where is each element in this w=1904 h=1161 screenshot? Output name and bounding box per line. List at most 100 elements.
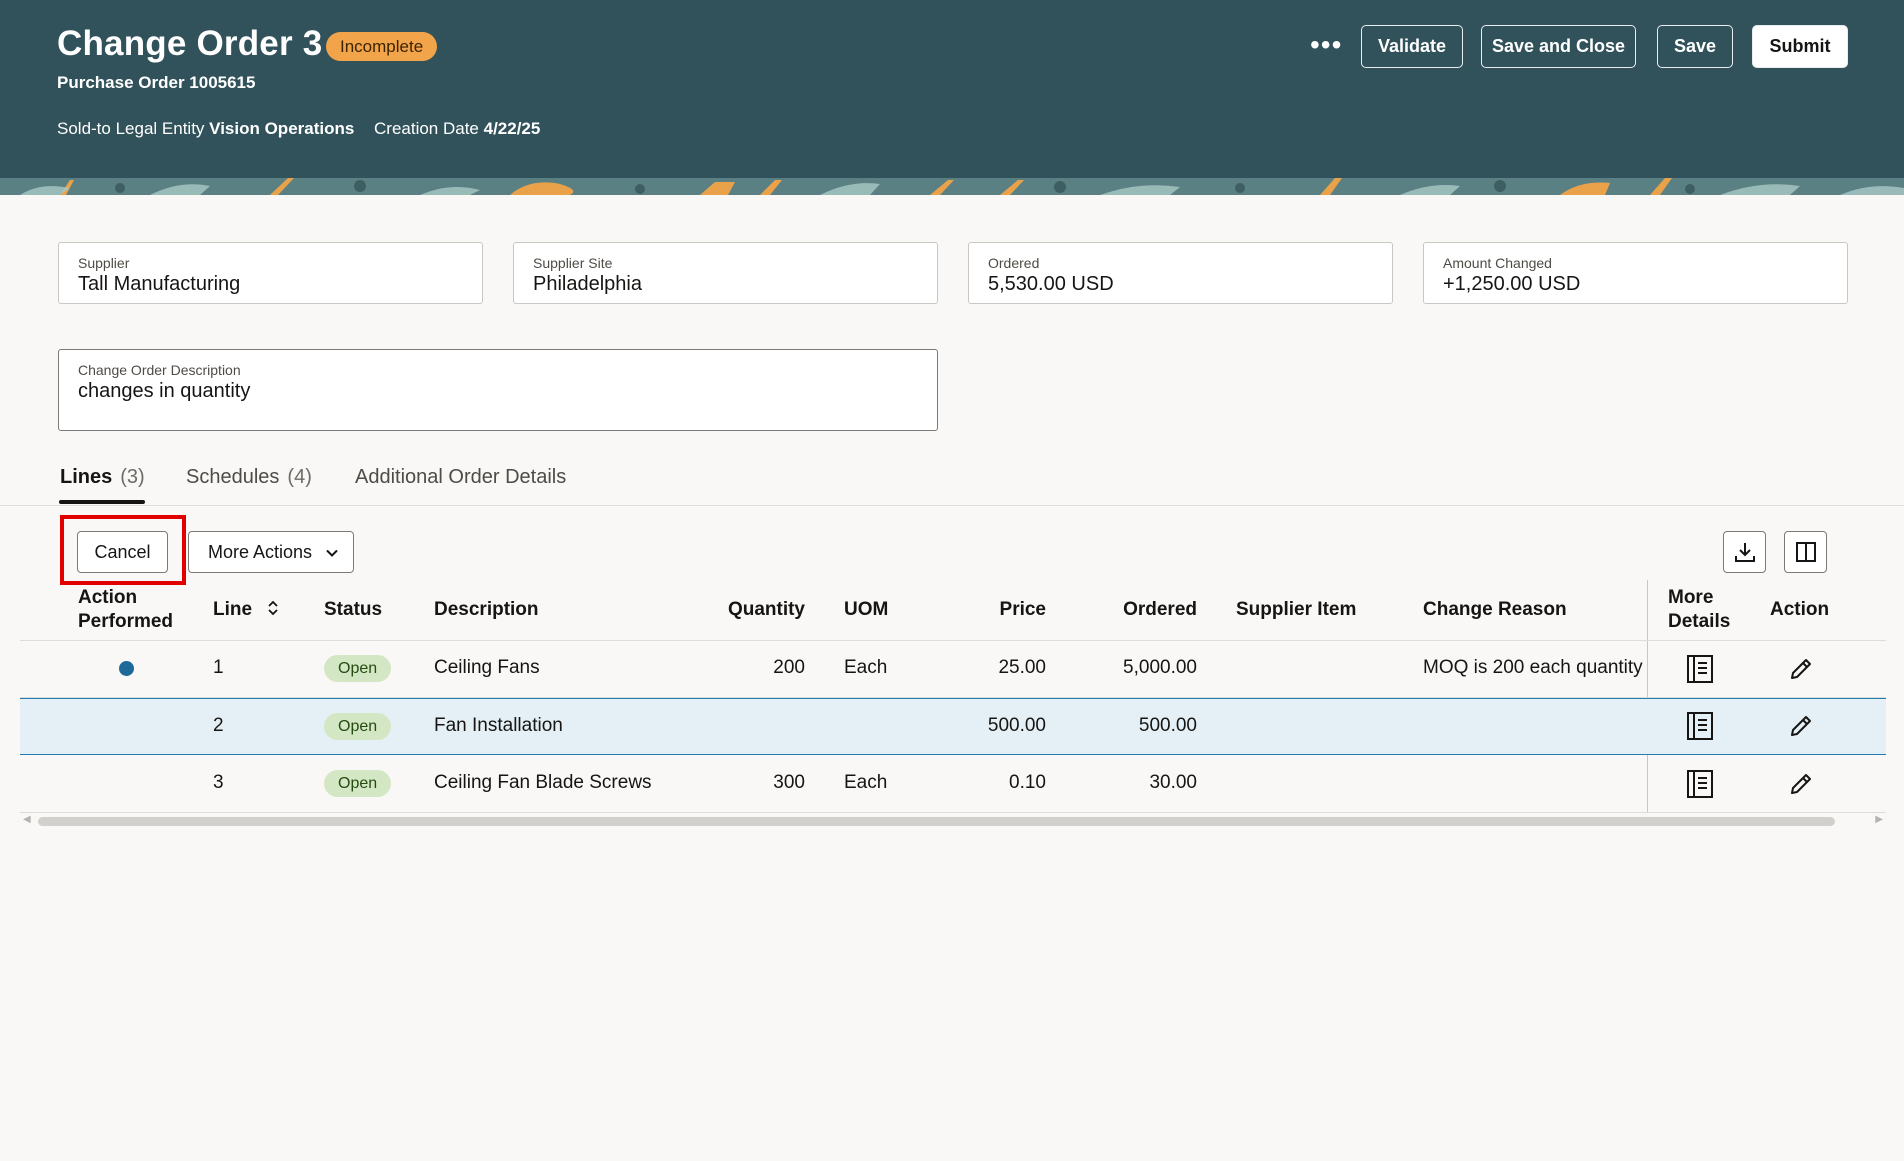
header-supplier-item: Supplier Item — [1236, 599, 1357, 620]
line-number: 3 — [213, 772, 224, 793]
header-line-label: Line — [213, 599, 253, 620]
columns-icon — [1795, 542, 1816, 562]
tab-additional-label: Additional Order Details — [355, 466, 567, 488]
table-row[interactable]: 3 Open Ceiling Fan Blade Screws 300 Each… — [20, 756, 1886, 813]
tab-lines-label: Lines — [60, 466, 113, 488]
scrollbar-thumb[interactable] — [38, 817, 1835, 826]
supplier-site-label: Supplier Site — [533, 255, 613, 271]
header-decorative-pattern — [0, 178, 1904, 195]
amount-changed-card: Amount Changed +1,250.00 USD — [1423, 242, 1848, 304]
scroll-right-arrow-icon[interactable]: ▶ — [1875, 814, 1883, 825]
header-change-reason: Change Reason — [1423, 599, 1567, 620]
header-action-performed-line1: Action — [78, 587, 138, 608]
page-title: Change Order 3 — [57, 24, 323, 63]
download-icon — [1734, 543, 1755, 562]
creation-date: Creation Date 4/22/25 — [374, 119, 540, 139]
header-status: Status — [324, 599, 383, 620]
tab-schedules[interactable]: Schedules (4) — [186, 466, 312, 489]
action-performed-indicator — [119, 661, 134, 676]
supplier-card: Supplier Tall Manufacturing — [58, 242, 483, 304]
sort-icon[interactable] — [267, 599, 279, 617]
header-uom: UOM — [844, 599, 889, 620]
header-quantity: Quantity — [727, 599, 805, 620]
save-and-close-button[interactable]: Save and Close — [1481, 25, 1636, 68]
ordered-cell: 500.00 — [1138, 715, 1197, 736]
supplier-site-value: Philadelphia — [533, 273, 642, 295]
edit-pencil-icon[interactable] — [1788, 656, 1814, 682]
sold-to-legal-entity: Sold-to Legal Entity Vision Operations — [57, 119, 354, 139]
edit-pencil-icon[interactable] — [1788, 713, 1814, 739]
description-label: Change Order Description — [78, 362, 241, 378]
creation-date-value: 4/22/25 — [483, 119, 541, 138]
description-cell: Fan Installation — [434, 715, 563, 736]
horizontal-scrollbar[interactable]: ◀ ▶ — [20, 814, 1886, 826]
sold-to-value: Vision Operations — [209, 119, 355, 138]
tab-lines[interactable]: Lines (3) — [60, 466, 145, 489]
ordered-card: Ordered 5,530.00 USD — [968, 242, 1393, 304]
change-order-description-field[interactable]: Change Order Description changes in quan… — [58, 349, 938, 431]
purchase-order-subtitle: Purchase Order 1005615 — [57, 73, 256, 92]
cancel-button[interactable]: Cancel — [77, 531, 168, 573]
tab-schedules-count: (4) — [287, 466, 312, 488]
header-action-performed-line2: Performed — [78, 611, 174, 632]
header-action-performed: Action Performed — [78, 586, 173, 634]
price-cell: 0.10 — [1009, 772, 1046, 793]
header-more-details: More Details — [1668, 586, 1730, 634]
supplier-label: Supplier — [78, 255, 130, 271]
columns-button[interactable] — [1784, 531, 1827, 573]
header-more-details-line1: More — [1668, 587, 1714, 608]
more-options-icon[interactable]: ••• — [1310, 30, 1342, 60]
ordered-value: 5,530.00 USD — [988, 273, 1114, 295]
amount-changed-value: +1,250.00 USD — [1443, 273, 1581, 295]
uom-cell: Each — [844, 657, 888, 678]
status-badge: Open — [324, 655, 392, 682]
header-more-details-line2: Details — [1668, 611, 1731, 632]
tab-additional-order-details[interactable]: Additional Order Details — [355, 466, 566, 489]
scroll-left-arrow-icon[interactable]: ◀ — [23, 814, 31, 825]
chevron-down-icon — [326, 549, 338, 557]
table-row[interactable]: 2 Open Fan Installation 500.00 500.00 — [20, 698, 1886, 755]
price-cell: 25.00 — [998, 657, 1046, 678]
description-value[interactable]: changes in quantity — [78, 380, 918, 403]
more-details-icon[interactable] — [1685, 654, 1715, 684]
more-actions-label: More Actions — [208, 541, 313, 562]
header-action: Action — [1770, 599, 1830, 620]
more-details-icon[interactable] — [1685, 769, 1715, 799]
description-cell: Ceiling Fans — [434, 657, 540, 678]
supplier-value: Tall Manufacturing — [78, 273, 241, 295]
tab-schedules-label: Schedules — [186, 466, 280, 488]
save-button[interactable]: Save — [1657, 25, 1733, 68]
page-header: Change Order 3 Incomplete Purchase Order… — [0, 0, 1904, 178]
header-line[interactable]: Line — [213, 598, 279, 622]
status-badge: Open — [324, 770, 392, 797]
ordered-cell: 30.00 — [1149, 772, 1197, 793]
line-number: 1 — [213, 657, 224, 678]
tab-bar: Lines (3) Schedules (4) Additional Order D… — [0, 458, 1904, 506]
active-tab-indicator — [59, 500, 145, 504]
status-badge: Open — [324, 713, 392, 740]
price-cell: 500.00 — [987, 715, 1046, 736]
submit-button[interactable]: Submit — [1752, 25, 1848, 68]
creation-date-label: Creation Date — [374, 119, 479, 138]
amount-changed-label: Amount Changed — [1443, 255, 1552, 271]
more-details-icon[interactable] — [1685, 711, 1715, 741]
validate-button[interactable]: Validate — [1361, 25, 1463, 68]
quantity-cell: 300 — [773, 772, 805, 793]
edit-pencil-icon[interactable] — [1788, 771, 1814, 797]
header-price: Price — [999, 599, 1046, 620]
more-actions-button[interactable]: More Actions — [188, 531, 354, 573]
table-row[interactable]: 1 Open Ceiling Fans 200 Each 25.00 5,000… — [20, 641, 1886, 698]
change-reason-cell: MOQ is 200 each quantity — [1423, 657, 1643, 678]
header-description: Description — [434, 599, 539, 620]
sold-to-label: Sold-to Legal Entity — [57, 119, 205, 138]
header-ordered: Ordered — [1123, 599, 1197, 620]
supplier-site-card: Supplier Site Philadelphia — [513, 242, 938, 304]
description-cell: Ceiling Fan Blade Screws — [434, 772, 652, 793]
download-button[interactable] — [1723, 531, 1766, 573]
ordered-label: Ordered — [988, 255, 1040, 271]
row-divider — [20, 812, 1886, 813]
tab-lines-count: (3) — [120, 466, 145, 488]
uom-cell: Each — [844, 772, 888, 793]
pattern-graphic — [0, 178, 1904, 195]
status-badge: Incomplete — [326, 32, 438, 61]
